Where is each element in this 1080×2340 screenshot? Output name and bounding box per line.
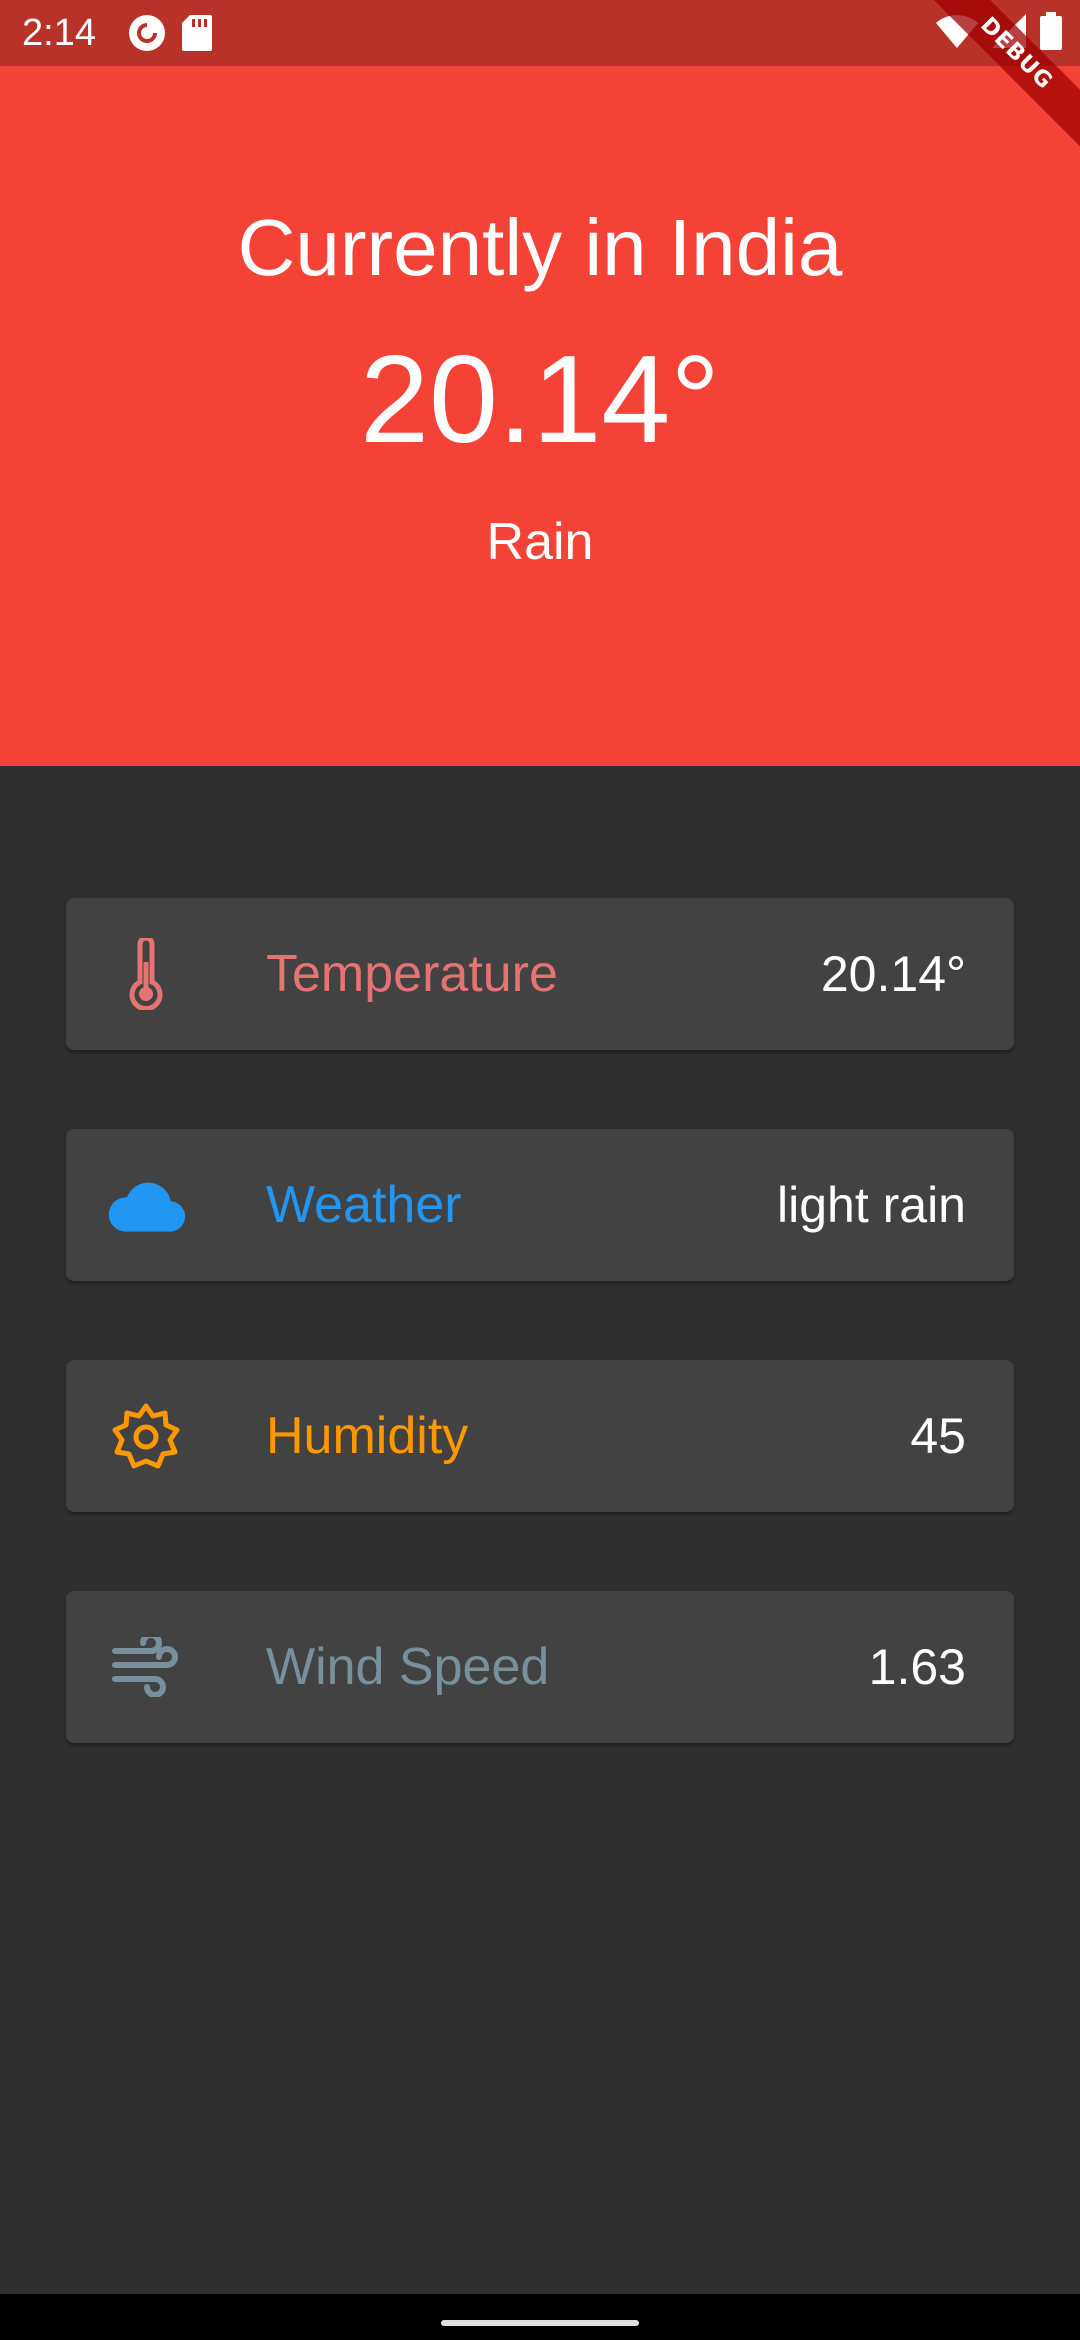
signal-icon — [992, 14, 1026, 53]
weather-value: light rain — [777, 1177, 966, 1233]
weather-details-list: Temperature 20.14° Weather light rain Hu… — [66, 898, 1014, 1822]
sun-icon — [106, 1396, 186, 1476]
current-weather-header: Currently in India 20.14° Rain — [0, 66, 1080, 766]
wind-speed-label: Wind Speed — [266, 1638, 550, 1696]
wind-speed-card[interactable]: Wind Speed 1.63 — [66, 1591, 1014, 1743]
system-icons — [936, 12, 1062, 55]
current-temperature: 20.14° — [360, 331, 720, 469]
status-bar: 2:14 — [0, 0, 1080, 66]
home-gesture-handle[interactable] — [441, 2320, 639, 2326]
humidity-value: 45 — [910, 1408, 966, 1464]
wind-icon — [106, 1627, 186, 1707]
weather-card[interactable]: Weather light rain — [66, 1129, 1014, 1281]
thermometer-icon — [106, 934, 186, 1014]
status-time: 2:14 — [22, 12, 96, 54]
wind-speed-value: 1.63 — [868, 1639, 966, 1695]
wifi-icon — [936, 14, 978, 53]
battery-icon — [1040, 12, 1062, 55]
temperature-card[interactable]: Temperature 20.14° — [66, 898, 1014, 1050]
weather-screen: 2:14 DEBUG Currently in India 20.14° Rai… — [0, 0, 1080, 2340]
notification-icons — [128, 14, 212, 57]
temperature-label: Temperature — [266, 945, 558, 1003]
weather-label: Weather — [266, 1176, 462, 1234]
humidity-card[interactable]: Humidity 45 — [66, 1360, 1014, 1512]
sd-card-icon — [182, 15, 212, 56]
navigation-bar — [0, 2294, 1080, 2340]
pocket-casts-icon — [128, 14, 166, 57]
current-condition: Rain — [486, 513, 594, 571]
location-title: Currently in India — [237, 203, 843, 292]
humidity-label: Humidity — [266, 1407, 469, 1465]
cloud-icon — [106, 1165, 186, 1245]
temperature-value: 20.14° — [820, 946, 966, 1002]
